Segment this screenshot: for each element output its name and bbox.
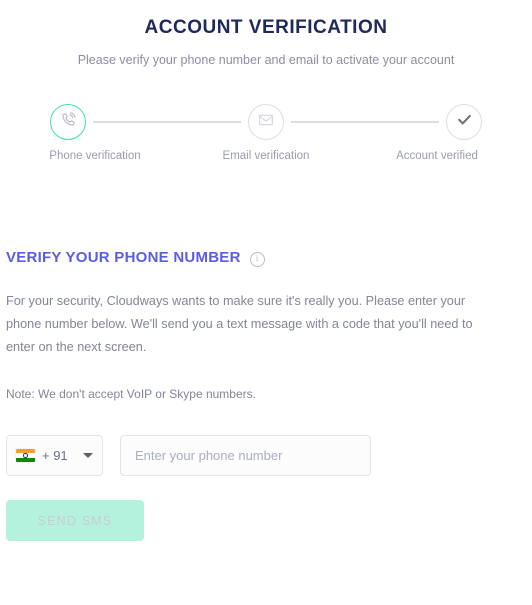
section-body-text: For your security, Cloudways wants to ma… [6,294,473,354]
page-subtitle: Please verify your phone number and emai… [77,53,455,67]
page-header: ACCOUNT VERIFICATION Please verify your … [0,0,532,68]
phone-icon [60,111,77,133]
stepper-connector-2 [291,121,439,123]
step-label-email: Email verification [222,150,310,162]
verification-stepper: Phone verification Email verification Ac… [0,100,532,172]
section-title: VERIFY YOUR PHONE NUMBER [6,249,241,266]
stepper-labels: Phone verification Email verification Ac… [0,148,532,164]
step-label-phone: Phone verification [49,150,141,162]
phone-number-input[interactable] [120,435,371,476]
send-sms-button[interactable]: SEND SMS [6,500,144,541]
phone-entry-row: + 91 [6,435,526,476]
stepper-connector-1 [93,121,241,123]
account-verification-page: ACCOUNT VERIFICATION Please verify your … [0,0,532,605]
info-icon[interactable]: i [249,251,265,267]
step-account-verified[interactable] [446,104,482,140]
country-code-select[interactable]: + 91 [6,435,103,476]
check-icon [456,111,473,133]
verify-phone-section: VERIFY YOUR PHONE NUMBER i For your secu… [0,248,532,541]
envelope-icon [258,112,274,133]
section-header: VERIFY YOUR PHONE NUMBER i [6,248,526,268]
page-title: ACCOUNT VERIFICATION [144,17,388,38]
step-phone-verification[interactable] [50,104,86,140]
step-email-verification[interactable] [248,104,284,140]
chevron-down-icon [83,453,93,458]
section-note-text: Note: We don't accept VoIP or Skype numb… [6,387,256,401]
india-flag-icon [16,449,35,462]
stepper-track [0,100,532,144]
country-dial-code: + 91 [42,448,68,463]
step-label-verified: Account verified [396,150,478,162]
